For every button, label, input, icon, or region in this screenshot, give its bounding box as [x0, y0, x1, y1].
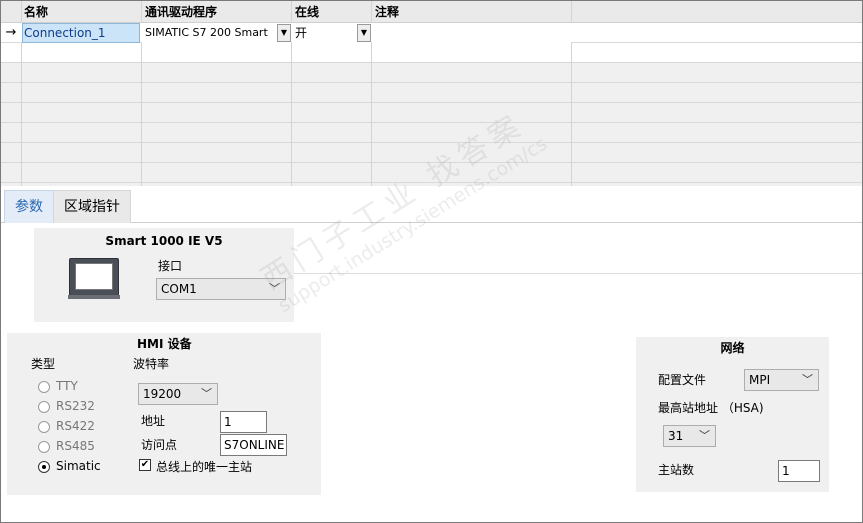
radio-rs485[interactable]	[38, 441, 50, 453]
profile-select[interactable]: MPI ﹀	[744, 369, 819, 391]
column-header-online[interactable]: 在线	[292, 1, 372, 23]
profile-value: MPI	[749, 373, 771, 387]
chevron-down-icon: ﹀	[802, 373, 813, 386]
chevron-down-icon: ﹀	[269, 282, 280, 295]
driver-dropdown-arrow-icon[interactable]: ▼	[277, 24, 291, 42]
comment-cell[interactable]	[372, 23, 571, 43]
radio-label-rs485: RS485	[56, 439, 95, 453]
interface-select[interactable]: COM1 ﹀	[156, 278, 286, 300]
hmi-device-panel: HMI 设备 类型 TTY RS232 RS422 RS485 Simatic …	[7, 333, 321, 495]
table-row[interactable]	[1, 143, 862, 163]
radio-label-rs422: RS422	[56, 419, 95, 433]
divider	[291, 273, 862, 274]
access-point-input[interactable]: S7ONLINE	[220, 434, 287, 456]
radio-simatic[interactable]	[38, 461, 50, 473]
row-arrow-icon: →	[5, 25, 17, 40]
table-row[interactable]	[1, 83, 862, 103]
table-row[interactable]	[1, 163, 862, 183]
network-title: 网络	[720, 341, 745, 355]
radio-label-tty: TTY	[56, 379, 78, 393]
address-input[interactable]: 1	[220, 411, 267, 433]
baud-rate-label: 波特率	[133, 357, 170, 371]
radio-label-simatic: Simatic	[56, 459, 101, 473]
chevron-down-icon: ﹀	[699, 429, 710, 442]
baud-rate-select[interactable]: 19200 ﹀	[138, 383, 218, 405]
driver-value: SIMATIC S7 200 Smart	[145, 26, 268, 39]
tab-bar: 参数 区域指针	[1, 190, 862, 223]
access-point-label: 访问点	[141, 438, 178, 452]
tab-parameters[interactable]: 参数	[4, 190, 54, 223]
table-header: 名称 通讯驱动程序 在线 注释	[1, 1, 862, 23]
hsa-value: 31	[668, 429, 684, 443]
only-master-checkbox[interactable]: ✔	[139, 459, 151, 471]
type-label: 类型	[31, 357, 56, 371]
address-label: 地址	[141, 414, 166, 428]
comment-value	[372, 23, 374, 43]
radio-rs232[interactable]	[38, 401, 50, 413]
column-header-comment[interactable]: 注释	[372, 1, 572, 23]
masters-label: 主站数	[658, 463, 695, 477]
column-header-name[interactable]: 名称	[21, 1, 142, 23]
table-row[interactable]	[1, 123, 862, 143]
online-dropdown[interactable]: 开 ▼	[292, 23, 371, 43]
hmi-title: HMI 设备	[137, 337, 192, 351]
table-row[interactable]	[1, 103, 862, 123]
baud-rate-value: 19200	[143, 387, 182, 401]
window-frame: 名称 通讯驱动程序 在线 注释 → Connection_1 SIMATIC S…	[0, 0, 863, 523]
chevron-down-icon: ﹀	[201, 387, 212, 400]
device-title: Smart 1000 IE V5	[105, 234, 223, 248]
tab-area-pointer[interactable]: 区域指针	[53, 190, 131, 223]
connection-name-cell[interactable]: Connection_1	[22, 23, 140, 43]
driver-dropdown[interactable]: SIMATIC S7 200 Smart ▼	[142, 23, 291, 43]
column-header-driver[interactable]: 通讯驱动程序	[142, 1, 292, 23]
table-row[interactable]	[1, 43, 862, 63]
online-value: 开	[295, 26, 308, 40]
radio-label-rs232: RS232	[56, 399, 95, 413]
radio-tty[interactable]	[38, 381, 50, 393]
radio-rs422[interactable]	[38, 421, 50, 433]
table-row[interactable]	[1, 63, 862, 83]
interface-label: 接口	[158, 259, 183, 273]
only-master-label: 总线上的唯一主站	[156, 460, 253, 474]
hsa-label: 最高站地址 （HSA)	[658, 401, 764, 415]
hsa-select[interactable]: 31 ﹀	[663, 425, 716, 447]
device-panel: Smart 1000 IE V5 接口 COM1 ﹀	[34, 228, 294, 322]
profile-label: 配置文件	[658, 373, 707, 387]
hmi-device-icon	[68, 258, 120, 299]
masters-input[interactable]: 1	[778, 460, 820, 482]
connections-table: 名称 通讯驱动程序 在线 注释 → Connection_1 SIMATIC S…	[1, 1, 862, 186]
network-panel: 网络 配置文件 MPI ﹀ 最高站地址 （HSA) 31 ﹀ 主站数 1	[636, 337, 829, 492]
interface-value: COM1	[161, 282, 197, 296]
online-dropdown-arrow-icon[interactable]: ▼	[357, 24, 371, 42]
